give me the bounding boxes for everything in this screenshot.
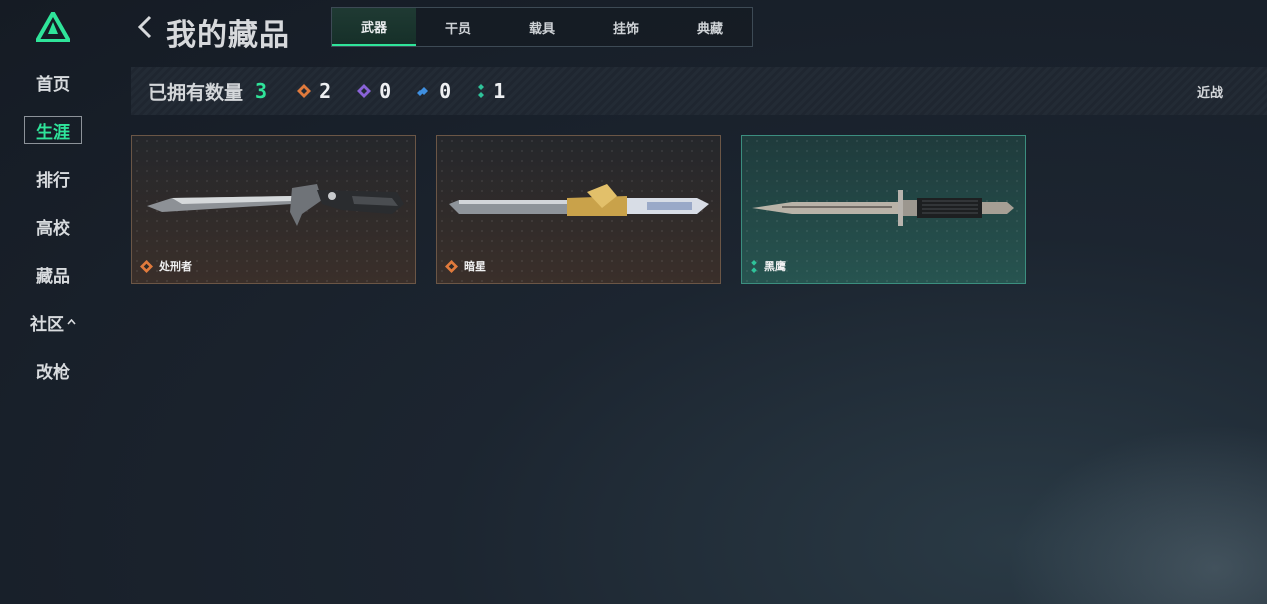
rarity-count-green: 1 bbox=[477, 79, 505, 103]
weapon-card[interactable]: 暗星 bbox=[436, 135, 721, 284]
melee-filter[interactable]: 近战 bbox=[1197, 82, 1223, 101]
blue-diamond-icon bbox=[417, 87, 429, 96]
weapon-card[interactable]: 黑鹰 bbox=[741, 135, 1026, 284]
rarity-count-purple: 0 bbox=[357, 79, 391, 103]
chevron-up-icon bbox=[67, 319, 76, 325]
sidebar: 首页 生涯 排行 高校 藏品 社区 改枪 bbox=[0, 0, 106, 604]
sidebar-item-university[interactable]: 高校 bbox=[24, 212, 82, 240]
sidebar-item-career[interactable]: 生涯 bbox=[24, 116, 82, 144]
back-arrow-icon[interactable] bbox=[136, 14, 154, 40]
orange-diamond-icon bbox=[140, 259, 153, 273]
tab-charms[interactable]: 挂饰 bbox=[584, 8, 668, 46]
owned-label: 已拥有数量 bbox=[148, 82, 244, 104]
tab-weapons[interactable]: 武器 bbox=[332, 8, 416, 46]
knife-image bbox=[449, 184, 709, 216]
orange-diamond-icon bbox=[297, 84, 312, 98]
category-tabs: 武器 干员 载具 挂饰 典藏 bbox=[331, 7, 753, 47]
sidebar-item-home[interactable]: 首页 bbox=[24, 68, 82, 96]
owned-count: 3 bbox=[255, 79, 268, 103]
card-name: 暗星 bbox=[464, 261, 486, 273]
green-diamond-icon bbox=[751, 259, 757, 273]
stats-bar: 已拥有数量 3 2 0 0 1 近战 bbox=[131, 67, 1267, 115]
knife-image bbox=[752, 190, 1014, 226]
sidebar-item-community[interactable]: 社区 bbox=[24, 308, 82, 336]
card-name: 处刑者 bbox=[159, 261, 192, 273]
app-logo-icon[interactable] bbox=[36, 12, 70, 42]
page-title: 我的藏品 bbox=[166, 19, 290, 52]
sidebar-item-gunsmith[interactable]: 改枪 bbox=[24, 356, 82, 384]
knife-image bbox=[147, 184, 404, 226]
rarity-count-blue: 0 bbox=[417, 79, 451, 103]
green-diamond-icon bbox=[478, 84, 485, 98]
background-storm bbox=[1007, 424, 1267, 604]
rarity-count-orange: 2 bbox=[297, 79, 331, 103]
purple-diamond-icon bbox=[357, 84, 372, 98]
tab-vehicles[interactable]: 载具 bbox=[500, 8, 584, 46]
sidebar-item-collection[interactable]: 藏品 bbox=[24, 260, 82, 288]
orange-diamond-icon bbox=[445, 259, 458, 273]
card-name: 黑鹰 bbox=[764, 261, 786, 273]
weapon-card[interactable]: 处刑者 bbox=[131, 135, 416, 284]
tab-collection-edition[interactable]: 典藏 bbox=[668, 8, 752, 46]
tab-operators[interactable]: 干员 bbox=[416, 8, 500, 46]
sidebar-item-ranking[interactable]: 排行 bbox=[24, 164, 82, 192]
